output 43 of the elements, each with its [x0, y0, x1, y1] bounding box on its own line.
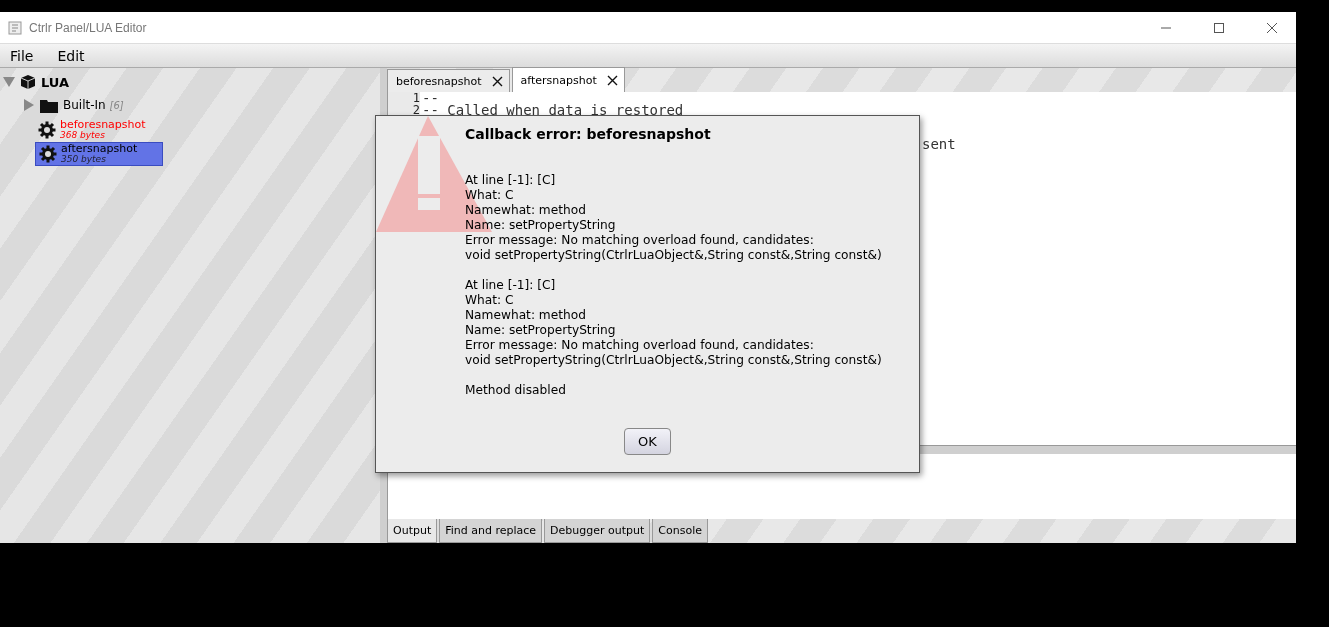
expand-triangle-icon[interactable]: [23, 99, 35, 111]
code-line: -- Called when data is restored: [421, 104, 684, 116]
expand-triangle-icon[interactable]: [3, 76, 15, 88]
line-number: 1: [388, 92, 420, 104]
menu-item[interactable]: File: [10, 47, 34, 64]
app-icon: [8, 20, 22, 35]
menu-item[interactable]: Edit: [57, 47, 85, 64]
ok-button[interactable]: OK: [624, 428, 671, 455]
folder-icon: [40, 97, 58, 113]
error-message-line: At line [-1]: [C]: [465, 278, 557, 293]
error-message-line: Error message: No matching overload found, candidates:: [465, 338, 815, 353]
error-message-line: Namewhat: method: [465, 308, 587, 323]
error-message-line: Name: setPropertyString: [465, 218, 617, 233]
error-message-line: Method disabled: [465, 383, 567, 398]
error-message-line: Name: setPropertyString: [465, 323, 617, 338]
error-message-line: What: C: [465, 188, 515, 203]
close-icon[interactable]: [491, 75, 503, 87]
error-message-line: At line [-1]: [C]: [465, 173, 557, 188]
maximize-icon[interactable]: [1213, 21, 1225, 34]
window-title: Ctrlr Panel/LUA Editor: [29, 20, 147, 35]
tree-item[interactable]: Built-In [6]: [63, 98, 124, 112]
error-message-line: void setPropertyString(CtrlrLuaObject&,String const&,String const&): [465, 353, 883, 368]
error-message-line: Error message: No matching overload found, candidates:: [465, 233, 815, 248]
code-line: sent: [922, 136, 956, 152]
tree-root-label[interactable]: LUA: [41, 74, 70, 90]
line-number: 2: [388, 104, 420, 116]
close-icon[interactable]: [606, 74, 618, 86]
output-tab[interactable]: Output: [387, 519, 438, 543]
editor-tab[interactable]: beforesnapshot: [387, 69, 510, 92]
gear-icon: [39, 145, 57, 163]
editor-tab[interactable]: aftersnapshot: [511, 67, 625, 92]
output-tab[interactable]: Console: [652, 519, 708, 543]
output-tab[interactable]: Find and replace: [439, 519, 543, 543]
tree-item[interactable]: aftersnapshot 350 bytes: [35, 142, 163, 166]
cube-icon: [20, 74, 36, 90]
close-icon[interactable]: [1266, 21, 1278, 34]
error-message-line: void setPropertyString(CtrlrLuaObject&,String const&,String const&): [465, 248, 883, 263]
error-message-line: What: C: [465, 293, 515, 308]
code-line: --: [421, 92, 439, 104]
error-message-line: Namewhat: method: [465, 203, 587, 218]
dialog-title: Callback error: beforesnapshot: [465, 126, 712, 142]
gear-icon: [38, 121, 56, 139]
output-tab[interactable]: Debugger output: [544, 519, 651, 543]
